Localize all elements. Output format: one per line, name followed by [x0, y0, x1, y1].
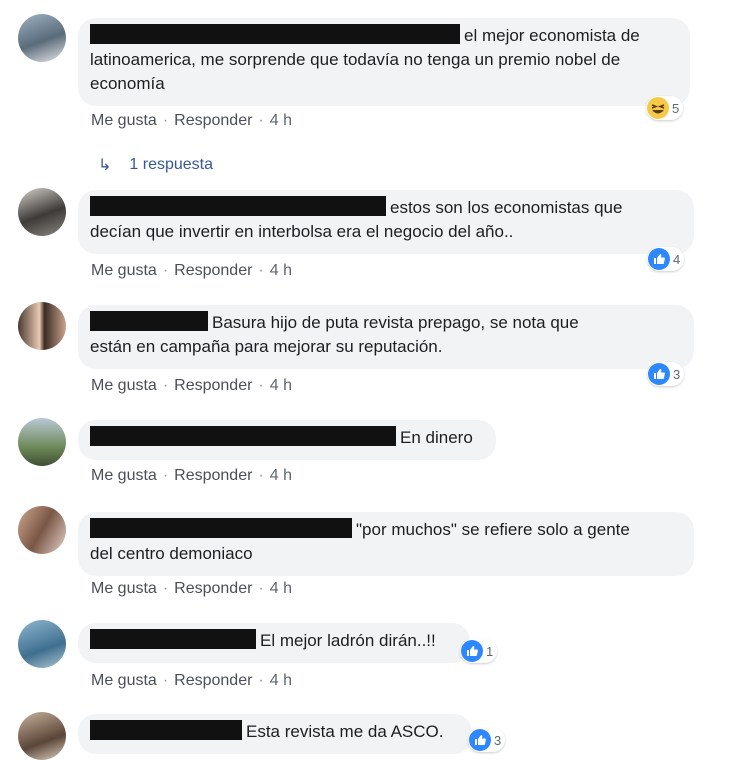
reaction-badge[interactable]: 3: [468, 728, 506, 752]
timestamp[interactable]: 4 h: [270, 467, 292, 484]
reply-link[interactable]: Responder: [174, 672, 252, 689]
haha-icon: [647, 97, 669, 119]
comment-bubble: Esta revista me da ASCO.: [78, 714, 472, 754]
comment-text: latinoamerica, me sorprende que todavía …: [90, 50, 621, 93]
avatar[interactable]: [18, 506, 66, 554]
like-icon: [648, 363, 670, 385]
comment-text: estos son los economistas que: [390, 198, 623, 217]
reply-link[interactable]: Responder: [174, 377, 252, 394]
comment-actions: Me gusta · Responder · 4 h: [91, 377, 292, 394]
like-link[interactable]: Me gusta: [91, 112, 157, 129]
comment-actions: Me gusta · Responder · 4 h: [91, 580, 292, 597]
avatar[interactable]: [18, 302, 66, 350]
timestamp[interactable]: 4 h: [270, 112, 292, 129]
like-link[interactable]: Me gusta: [91, 377, 157, 394]
comment-text: están en campaña para mejorar su reputac…: [90, 337, 443, 356]
comment-text: "por muchos" se refiere solo a gente: [356, 520, 630, 539]
comment-text: Basura hijo de puta revista prepago, se …: [212, 313, 579, 332]
avatar[interactable]: [18, 712, 66, 760]
avatar[interactable]: [18, 14, 66, 62]
reaction-badge[interactable]: 4: [647, 247, 685, 271]
comment-actions: Me gusta · Responder · 4 h: [91, 467, 292, 484]
reply-link[interactable]: Responder: [174, 467, 252, 484]
reaction-badge[interactable]: 5: [646, 96, 684, 120]
avatar[interactable]: [18, 418, 66, 466]
replies-count: 1 respuesta: [129, 156, 214, 173]
reaction-count: 3: [673, 366, 681, 382]
comment-bubble: estos son los economistas que decían que…: [78, 190, 694, 254]
reply-link[interactable]: Responder: [174, 580, 252, 597]
redacted-name: [90, 24, 460, 44]
redacted-name: [90, 720, 242, 740]
comment-bubble: Basura hijo de puta revista prepago, se …: [78, 305, 694, 369]
like-icon: [469, 729, 491, 751]
comment-text: En dinero: [400, 428, 473, 447]
reaction-badge[interactable]: 3: [647, 362, 685, 386]
like-icon: [648, 248, 670, 270]
reply-arrow-icon: ↳: [98, 157, 112, 174]
comment-bubble: "por muchos" se refiere solo a gente del…: [78, 512, 694, 576]
comment-text: decían que invertir en interbolsa era el…: [90, 222, 514, 241]
view-replies-link[interactable]: ↳ 1 respuesta: [98, 155, 213, 175]
avatar[interactable]: [18, 620, 66, 668]
reaction-count: 4: [673, 251, 681, 267]
comment-actions: Me gusta · Responder · 4 h: [91, 112, 292, 129]
reaction-count: 5: [672, 100, 680, 116]
reaction-count: 3: [494, 732, 502, 748]
comment-bubble: el mejor economista de latinoamerica, me…: [78, 18, 690, 106]
reply-link[interactable]: Responder: [174, 112, 252, 129]
like-link[interactable]: Me gusta: [91, 672, 157, 689]
timestamp[interactable]: 4 h: [270, 377, 292, 394]
reply-link[interactable]: Responder: [174, 262, 252, 279]
like-link[interactable]: Me gusta: [91, 262, 157, 279]
comment-text: el mejor economista de: [464, 26, 640, 45]
timestamp[interactable]: 4 h: [270, 580, 292, 597]
comment-text: del centro demoniaco: [90, 544, 253, 563]
comment-text: Esta revista me da ASCO.: [246, 722, 444, 741]
redacted-name: [90, 426, 396, 446]
comment-actions: Me gusta · Responder · 4 h: [91, 672, 292, 689]
like-link[interactable]: Me gusta: [91, 580, 157, 597]
like-link[interactable]: Me gusta: [91, 467, 157, 484]
comment-bubble: En dinero: [78, 420, 496, 460]
timestamp[interactable]: 4 h: [270, 262, 292, 279]
reaction-badge[interactable]: 1: [460, 639, 498, 663]
timestamp[interactable]: 4 h: [270, 672, 292, 689]
like-icon: [461, 640, 483, 662]
avatar[interactable]: [18, 188, 66, 236]
redacted-name: [90, 518, 352, 538]
comment-actions: Me gusta · Responder · 4 h: [91, 262, 292, 279]
comment-text: El mejor ladrón dirán..!!: [260, 631, 436, 650]
comment-bubble: El mejor ladrón dirán..!!: [78, 623, 470, 663]
redacted-name: [90, 196, 386, 216]
reaction-count: 1: [486, 643, 494, 659]
redacted-name: [90, 629, 256, 649]
redacted-name: [90, 311, 208, 331]
